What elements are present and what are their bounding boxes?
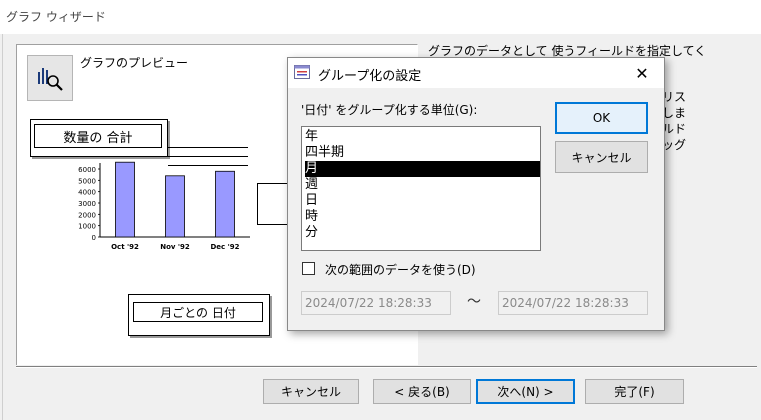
close-icon[interactable]: ✕ bbox=[627, 58, 657, 88]
chart-title: 数量の 合計 bbox=[34, 124, 162, 148]
chart-zoom-icon bbox=[38, 68, 63, 91]
preview-chart-button[interactable] bbox=[27, 55, 73, 101]
x-tick-label: Dec '92 bbox=[210, 243, 239, 251]
x-axis-field[interactable]: 月ごとの 日付 bbox=[133, 302, 263, 322]
instruction-fragment: しま bbox=[662, 106, 687, 120]
bar bbox=[165, 175, 185, 238]
chart-gridline bbox=[168, 147, 248, 148]
y-tick-label: 3000 bbox=[78, 200, 96, 208]
window-title: グラフ ウィザード bbox=[6, 10, 106, 24]
instruction-fragment: ルド bbox=[662, 122, 687, 136]
dialog-title: グループ化の設定 bbox=[318, 69, 422, 84]
bar bbox=[215, 170, 235, 238]
range-from-field: 2024/07/22 18:28:33 bbox=[301, 291, 451, 315]
y-tick-label: 6000 bbox=[78, 166, 96, 174]
y-tick-label: 5000 bbox=[78, 177, 96, 185]
y-tick-label: 0 bbox=[92, 234, 96, 242]
range-separator: ～ bbox=[467, 294, 481, 310]
wizard-next-button[interactable]: 次へ(N) > bbox=[476, 379, 575, 404]
range-to-field: 2024/07/22 18:28:33 bbox=[498, 291, 648, 315]
use-range-checkbox[interactable] bbox=[302, 262, 315, 275]
wizard-cancel-button[interactable]: キャンセル bbox=[263, 379, 359, 404]
window-titlebar: グラフ ウィザード bbox=[0, 0, 761, 34]
dialog-cancel-button[interactable]: キャンセル bbox=[555, 141, 648, 173]
use-range-label: 次の範囲のデータを使う(D) bbox=[325, 263, 476, 277]
x-tick-label: Nov '92 bbox=[160, 243, 190, 251]
y-tick-label: 2000 bbox=[78, 211, 96, 219]
group-unit-item[interactable]: 分 bbox=[305, 225, 540, 241]
group-unit-label: '日付' をグループ化する単位(G): bbox=[301, 103, 478, 117]
ok-button[interactable]: OK bbox=[555, 102, 648, 134]
x-tick-label: Oct '92 bbox=[111, 243, 139, 251]
dialog-app-icon bbox=[294, 65, 310, 79]
group-unit-item[interactable]: 週 bbox=[305, 177, 540, 193]
y-tick-label: 1000 bbox=[78, 223, 96, 231]
instruction-fragment: リス bbox=[662, 90, 687, 104]
wizard-back-button[interactable]: < 戻る(B) bbox=[373, 379, 471, 404]
bar bbox=[115, 161, 135, 238]
wizard-separator bbox=[16, 366, 757, 368]
chart-svg: 6000 5000 4000 3000 2000 1000 0 Oct '92 Nov '92 D… bbox=[78, 161, 250, 251]
group-unit-item[interactable]: 時 bbox=[305, 209, 540, 225]
group-unit-item[interactable]: 月 bbox=[305, 161, 540, 177]
y-tick-label: 4000 bbox=[78, 189, 96, 197]
instruction-fragment: ッグ bbox=[662, 138, 687, 152]
preview-label: グラフのプレビュー bbox=[80, 56, 189, 70]
wizard-finish-button[interactable]: 完了(F) bbox=[585, 379, 684, 404]
group-unit-item[interactable]: 年 bbox=[305, 129, 540, 145]
group-unit-item[interactable]: 四半期 bbox=[305, 145, 540, 161]
group-unit-item[interactable]: 日 bbox=[305, 193, 540, 209]
